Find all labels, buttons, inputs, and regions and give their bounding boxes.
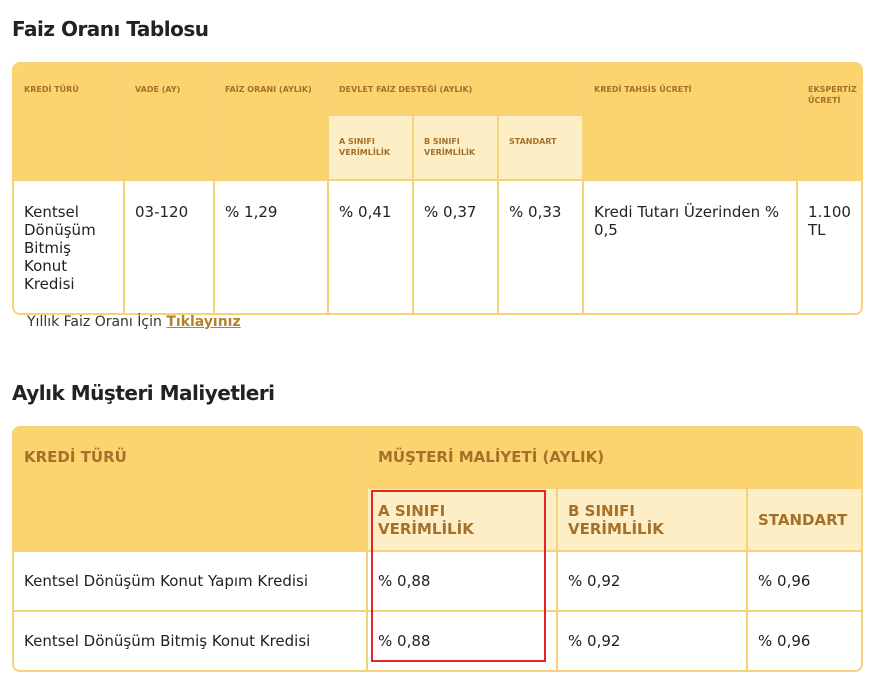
subheader-standart: STANDART: [499, 116, 582, 179]
table-row-b-sinifi: % 0,92: [558, 612, 746, 670]
table-row-kredi-turu: Kentsel Dönüşüm Bitmiş Konut Kredisi: [14, 612, 366, 670]
cell-vade: 03-120: [125, 181, 213, 313]
cell-ekspertiz: 1.100 TL: [798, 181, 861, 313]
table-row-kredi-turu: Kentsel Dönüşüm Konut Yapım Kredisi: [14, 552, 366, 610]
divider: [556, 489, 558, 670]
divider: [796, 64, 798, 313]
cell-tahsis-ucreti: Kredi Tutarı Üzerinden % 0,5: [584, 181, 796, 313]
subheader-standart: STANDART: [748, 489, 861, 550]
divider: [366, 428, 368, 670]
divider: [368, 487, 861, 489]
cell-b-sinifi: % 0,37: [414, 181, 497, 313]
divider: [213, 64, 215, 313]
divider: [14, 179, 861, 181]
cell-standart: % 0,33: [499, 181, 582, 313]
subheader-b-sinifi: B SINIFI VERİMLİLİK: [414, 116, 497, 179]
section-title-faiz-orani: Faiz Oranı Tablosu: [12, 17, 209, 41]
annual-rate-link-line: Yıllık Faiz Oranı İçin Tıklayınız: [27, 314, 241, 330]
link-prefix: Yıllık Faiz Oranı İçin: [27, 314, 162, 330]
cell-faiz-orani: % 1,29: [215, 181, 327, 313]
header-vade: VADE (AY): [125, 64, 213, 179]
divider: [123, 64, 125, 313]
divider: [412, 116, 414, 313]
divider: [582, 64, 584, 313]
annual-rate-link[interactable]: Tıklayınız: [166, 314, 240, 330]
header-faiz-orani: FAİZ ORANI (AYLIK): [215, 64, 327, 179]
interest-rate-table: KREDİ TÜRÜ VADE (AY) FAİZ ORANI (AYLIK) …: [12, 62, 863, 315]
subheader-a-sinifi: A SINIFI VERİMLİLİK: [329, 116, 412, 179]
divider: [327, 64, 329, 313]
table-row-standart: % 0,96: [748, 552, 861, 610]
table-row-standart: % 0,96: [748, 612, 861, 670]
divider: [497, 116, 499, 313]
table-row-b-sinifi: % 0,92: [558, 552, 746, 610]
divider: [746, 489, 748, 670]
header-tahsis-ucreti: KREDİ TAHSİS ÜCRETİ: [584, 64, 796, 179]
header-ekspertiz: EKSPERTİZ ÜCRETİ: [798, 64, 861, 179]
cell-a-sinifi: % 0,41: [329, 181, 412, 313]
header-devlet-destegi: DEVLET FAİZ DESTEĞİ (AYLIK): [329, 64, 582, 114]
section-title-musteri-maliyetleri: Aylık Müşteri Maliyetleri: [12, 381, 275, 405]
header-kredi-turu: KREDİ TÜRÜ: [14, 64, 123, 179]
header-musteri-maliyeti: MÜŞTERİ MALİYETİ (AYLIK): [368, 428, 861, 487]
divider: [329, 114, 582, 116]
cell-kredi-turu: Kentsel Dönüşüm Bitmiş Konut Kredisi: [14, 181, 123, 313]
header-kredi-turu: KREDİ TÜRÜ: [14, 428, 366, 550]
subheader-b-sinifi: B SINIFI VERİMLİLİK: [558, 489, 746, 550]
highlight-box: [371, 490, 546, 662]
